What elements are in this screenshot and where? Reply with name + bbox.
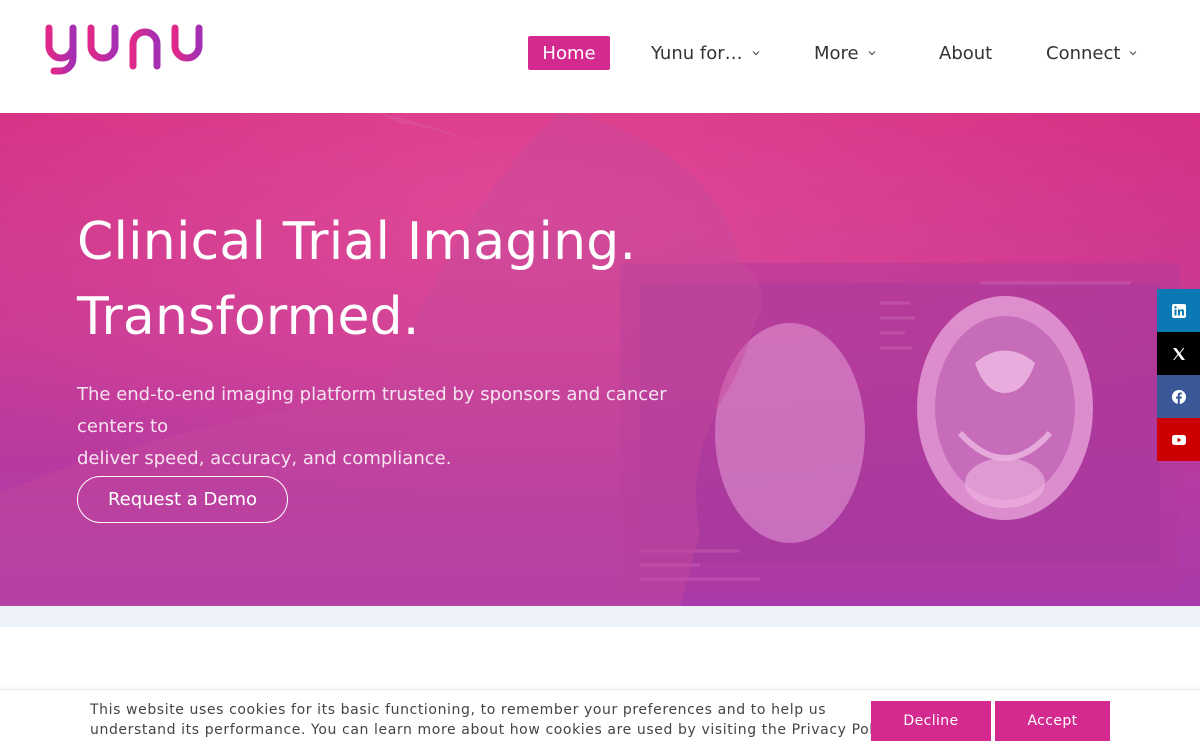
cookie-banner: This website uses cookies for its basic …	[0, 689, 1200, 750]
facebook-icon	[1171, 389, 1186, 404]
site-header: Home Yunu for… More About Connect	[0, 0, 1200, 113]
nav-home[interactable]: Home	[528, 36, 610, 70]
nav-about[interactable]: About	[939, 36, 992, 70]
cookie-message: This website uses cookies for its basic …	[90, 700, 896, 740]
hero-section: Clinical Trial Imaging. Transformed. The…	[0, 113, 1200, 606]
hero-subtitle-line-2: deliver speed, accuracy, and compliance.	[77, 448, 452, 469]
cookie-message-line-2: understand its performance. You can lear…	[90, 722, 896, 738]
chevron-down-icon	[752, 51, 760, 56]
linkedin-icon	[1171, 303, 1186, 318]
nav-more-label: More	[814, 42, 859, 64]
nav-connect-label: Connect	[1046, 42, 1121, 64]
section-divider-strip	[0, 606, 1200, 627]
hero-title: Clinical Trial Imaging. Transformed.	[77, 205, 797, 355]
x-icon	[1172, 347, 1185, 360]
linkedin-button[interactable]	[1157, 289, 1200, 332]
x-button[interactable]	[1157, 332, 1200, 375]
accept-label: Accept	[1027, 713, 1078, 729]
hero-title-line-2: Transformed.	[77, 287, 420, 347]
decline-cookies-button[interactable]: Decline	[871, 701, 991, 741]
nav-connect[interactable]: Connect	[1046, 36, 1137, 70]
main-nav: Home Yunu for… More About Connect	[0, 36, 1200, 70]
hero-background-image	[0, 113, 1200, 606]
nav-about-label: About	[939, 42, 993, 64]
request-demo-button[interactable]: Request a Demo	[77, 476, 288, 523]
accept-cookies-button[interactable]: Accept	[995, 701, 1110, 741]
nav-yunu-for-label: Yunu for…	[651, 42, 743, 64]
nav-yunu-for[interactable]: Yunu for…	[651, 36, 760, 70]
hero-title-line-1: Clinical Trial Imaging.	[77, 212, 637, 272]
nav-home-label: Home	[542, 42, 596, 64]
hero-subtitle-line-1: The end-to-end imaging platform trusted …	[77, 384, 667, 437]
chevron-down-icon	[868, 51, 876, 56]
hero-subtitle: The end-to-end imaging platform trusted …	[77, 379, 737, 475]
request-demo-label: Request a Demo	[107, 489, 258, 510]
chevron-down-icon	[1130, 51, 1137, 56]
youtube-icon	[1171, 434, 1186, 445]
youtube-button[interactable]	[1157, 418, 1200, 461]
social-share-bar	[1157, 289, 1200, 461]
decline-label: Decline	[903, 713, 959, 729]
facebook-button[interactable]	[1157, 375, 1200, 418]
nav-more[interactable]: More	[814, 36, 876, 70]
cookie-message-line-1: This website uses cookies for its basic …	[90, 702, 827, 718]
